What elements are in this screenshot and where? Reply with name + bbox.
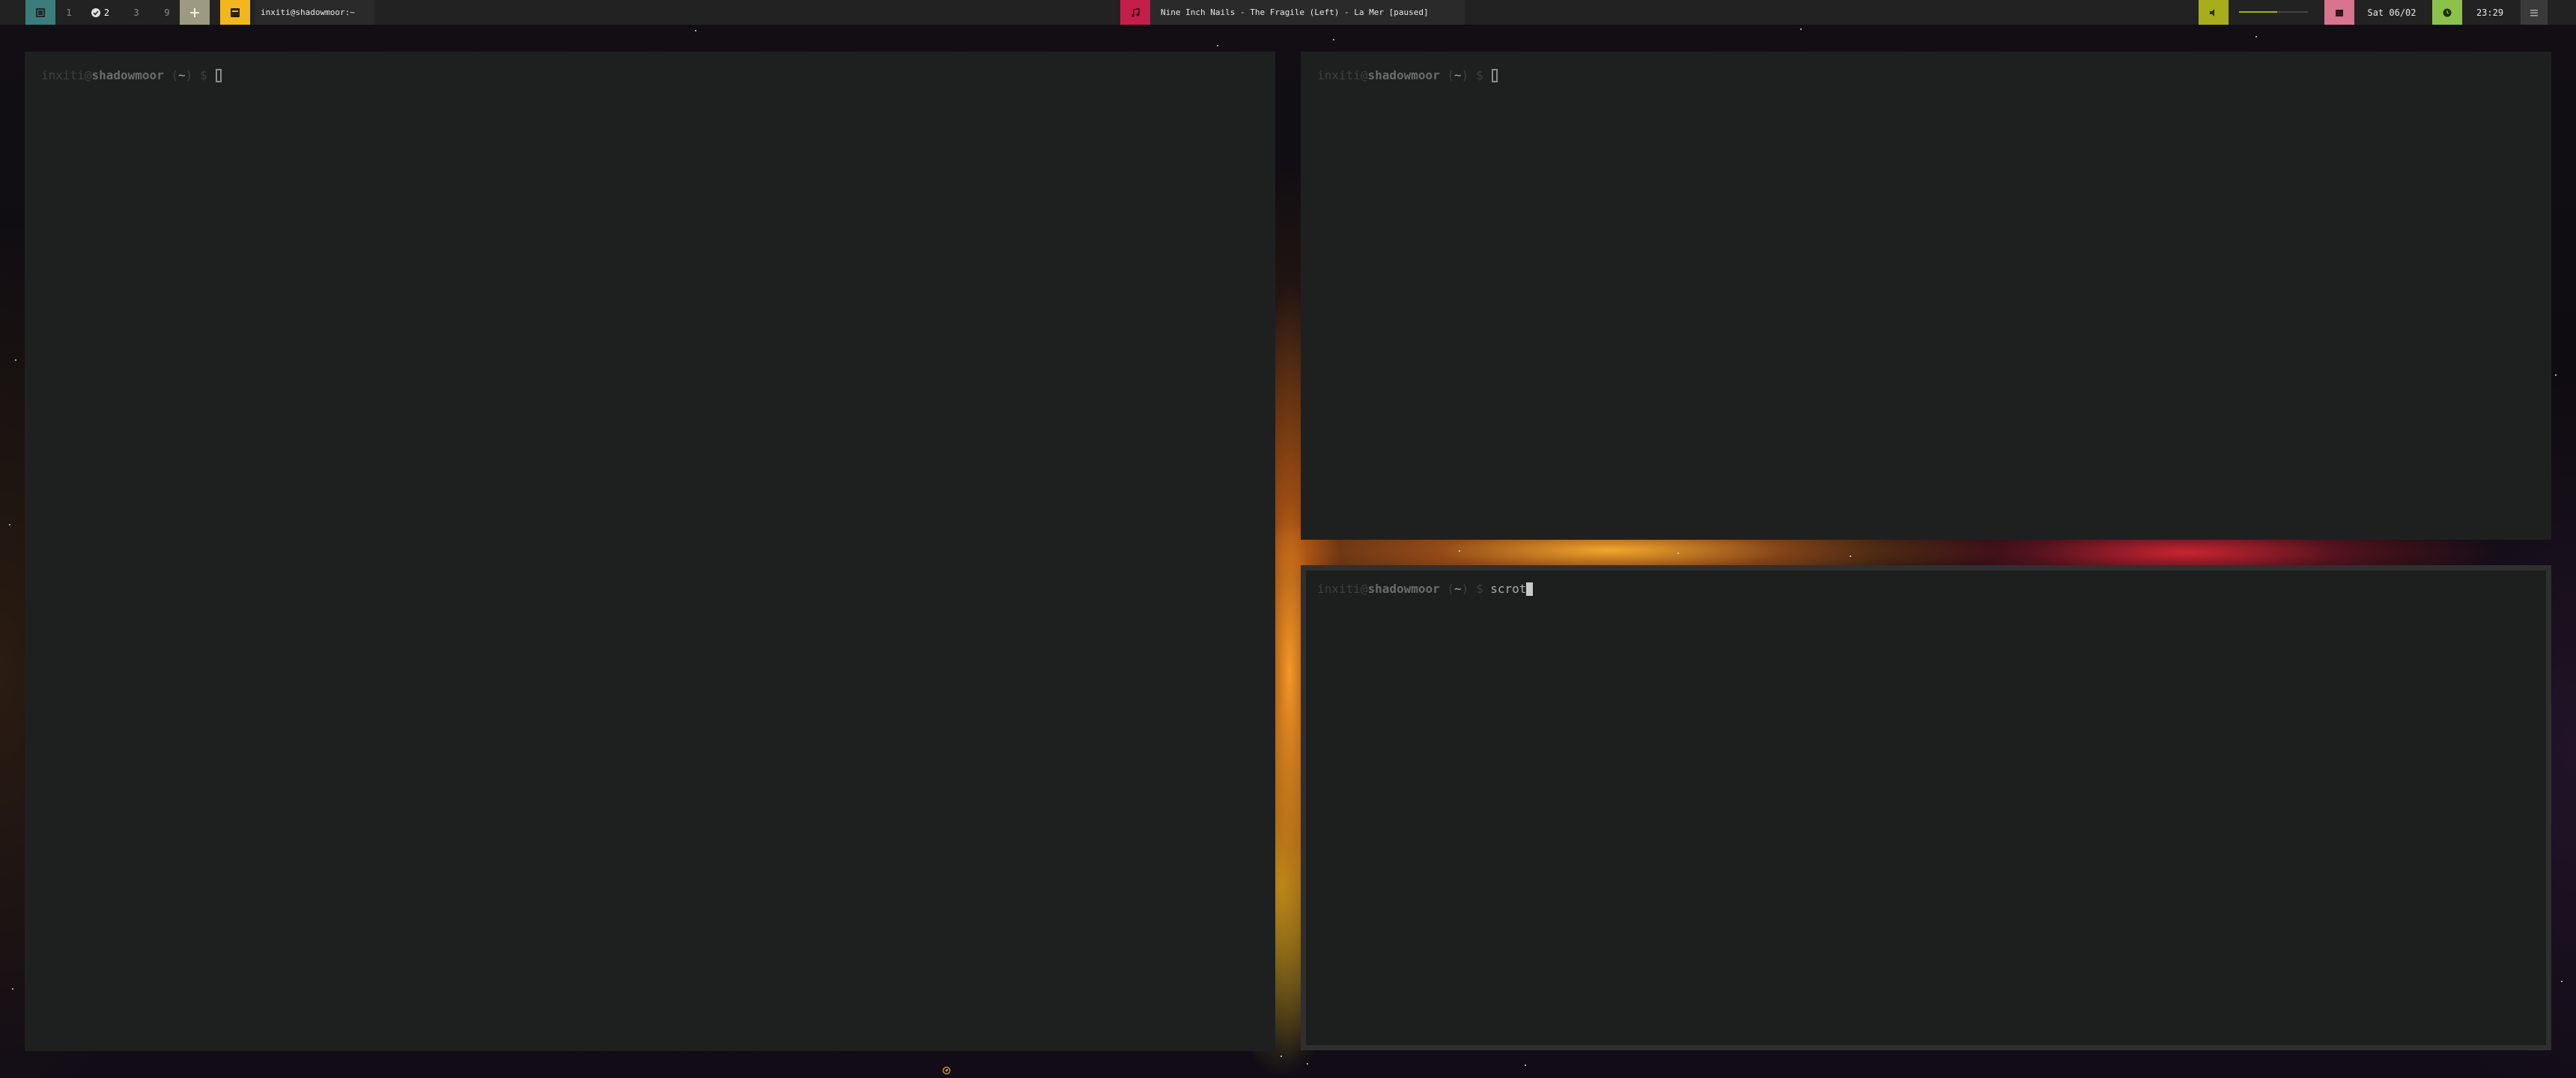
star bbox=[1217, 45, 1218, 46]
terminal-top-right[interactable]: inxiti@shadowmoor (~) $ bbox=[1301, 52, 2551, 540]
shell-prompt: inxiti@shadowmoor (~) $ bbox=[41, 68, 222, 83]
clock-icon bbox=[2443, 8, 2452, 16]
star bbox=[2555, 374, 2557, 376]
music-note-icon bbox=[1131, 7, 1140, 16]
star bbox=[1333, 39, 1334, 40]
calendar-button[interactable] bbox=[2324, 0, 2354, 25]
star bbox=[1800, 28, 1802, 30]
desktop-wallpaper: 1 2 3 9 inxiti@shadowmoor:~ Nine Inch Na… bbox=[0, 0, 2576, 1078]
star bbox=[695, 30, 696, 31]
workspace-label: 9 bbox=[164, 7, 170, 18]
now-playing[interactable]: Nine Inch Nails - The Fragile (Left) - L… bbox=[1150, 0, 1465, 25]
star bbox=[2561, 981, 2563, 982]
clock-button[interactable] bbox=[2432, 0, 2462, 25]
star bbox=[1850, 555, 1851, 557]
now-playing-text: Nine Inch Nails - The Fragile (Left) - L… bbox=[1161, 7, 1429, 17]
prompt-directory: ~ bbox=[1454, 582, 1462, 596]
add-workspace-button[interactable] bbox=[180, 0, 210, 25]
prompt-user: inxiti bbox=[1317, 68, 1361, 82]
workspace-2[interactable]: 2 bbox=[85, 0, 115, 25]
terminal-left[interactable]: inxiti@shadowmoor (~) $ bbox=[25, 52, 1275, 1051]
workspace-label: 1 bbox=[66, 7, 72, 18]
prompt-directory: ~ bbox=[178, 68, 186, 82]
star bbox=[9, 524, 10, 526]
star bbox=[12, 988, 13, 990]
command-input[interactable]: scrot bbox=[1490, 582, 1526, 596]
menu-lines-icon bbox=[2530, 9, 2538, 16]
prompt-user: inxiti bbox=[41, 68, 85, 82]
star bbox=[1459, 550, 1460, 552]
date-text: Sat 06/02 bbox=[2367, 7, 2416, 18]
workspace-label: 3 bbox=[133, 7, 139, 18]
star bbox=[1307, 1063, 1308, 1065]
terminal-bottom-right[interactable]: inxiti@shadowmoor (~) $ scrot bbox=[1301, 565, 2551, 1050]
menu-button[interactable] bbox=[25, 0, 55, 25]
prompt-host: shadowmoor bbox=[1367, 582, 1440, 596]
star bbox=[2255, 36, 2257, 37]
time-text: 23:29 bbox=[2476, 7, 2504, 18]
terminal-app-icon[interactable] bbox=[220, 0, 250, 25]
shell-prompt: inxiti@shadowmoor (~) $ scrot bbox=[1317, 582, 1534, 597]
text-cursor bbox=[216, 69, 222, 82]
terminal-icon bbox=[231, 7, 240, 17]
top-bar: 1 2 3 9 inxiti@shadowmoor:~ Nine Inch Na… bbox=[0, 0, 2576, 25]
speaker-icon bbox=[2210, 8, 2214, 16]
shell-prompt: inxiti@shadowmoor (~) $ bbox=[1317, 68, 1498, 83]
prompt-directory: ~ bbox=[1454, 68, 1462, 82]
volume-slider[interactable] bbox=[2229, 0, 2318, 25]
volume-fill bbox=[2239, 11, 2277, 13]
prompt-host: shadowmoor bbox=[91, 68, 164, 82]
desktop-target-icon bbox=[942, 1066, 951, 1075]
star bbox=[1281, 1056, 1282, 1057]
text-cursor bbox=[1526, 582, 1534, 596]
prompt-host: shadowmoor bbox=[1367, 68, 1440, 82]
workspace-1[interactable]: 1 bbox=[55, 0, 82, 25]
workspace-label: 2 bbox=[103, 7, 110, 18]
prompt-symbol: $ bbox=[1475, 68, 1483, 82]
check-icon bbox=[91, 7, 100, 17]
calendar-icon bbox=[2336, 9, 2343, 16]
date-display: Sat 06/02 bbox=[2354, 0, 2429, 25]
prompt-symbol: $ bbox=[199, 68, 207, 82]
prompt-symbol: $ bbox=[1475, 582, 1483, 596]
text-cursor bbox=[1492, 69, 1498, 82]
window-title[interactable]: inxiti@shadowmoor:~ bbox=[255, 0, 374, 25]
star bbox=[15, 359, 16, 361]
window-title-text: inxiti@shadowmoor:~ bbox=[261, 7, 355, 17]
time-display: 23:29 bbox=[2462, 0, 2518, 25]
star bbox=[1677, 552, 1679, 554]
grid-icon bbox=[36, 7, 45, 17]
workspace-9[interactable]: 9 bbox=[154, 0, 180, 25]
plus-icon bbox=[190, 7, 199, 17]
volume-button[interactable] bbox=[2199, 0, 2229, 25]
power-menu-button[interactable] bbox=[2521, 0, 2548, 25]
prompt-user: inxiti bbox=[1317, 582, 1361, 596]
music-button[interactable] bbox=[1120, 0, 1150, 25]
star bbox=[1525, 1065, 1526, 1066]
workspace-3[interactable]: 3 bbox=[123, 0, 150, 25]
